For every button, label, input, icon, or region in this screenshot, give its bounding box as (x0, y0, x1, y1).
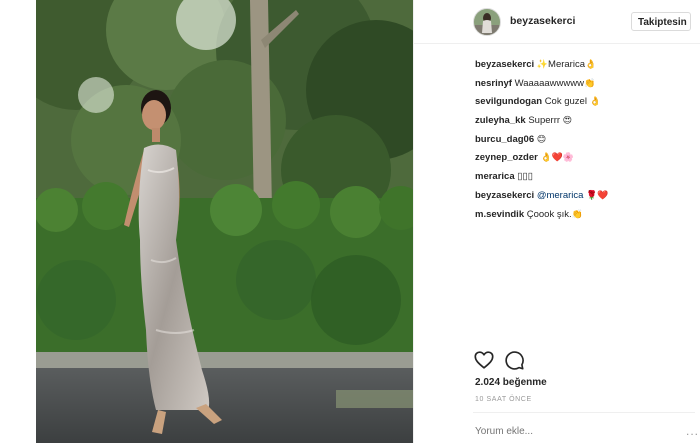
comment: beyzasekerci @merarica 🌹❤️ (475, 187, 695, 206)
comment-username[interactable]: sevilgundogan (475, 96, 542, 107)
comment-username[interactable]: zeynep_ozder (475, 152, 538, 163)
comment: zuleyha_kk Superrr 😍 (475, 112, 695, 131)
comment-text: Superrr (528, 115, 561, 127)
rose-heart-icon: 🌹❤️ (586, 190, 609, 201)
smiling-face-icon: 😊 (536, 134, 547, 145)
comment-username[interactable]: beyzasekerci (475, 190, 534, 201)
post-actions (473, 349, 553, 371)
comment-mention[interactable]: @merarica (537, 190, 584, 201)
comment: zeynep_ozder 👌❤️🌸 (475, 149, 695, 168)
post-photo[interactable] (36, 0, 413, 443)
sparkles-icon: ✨ (536, 60, 549, 70)
avatar-image (474, 9, 500, 35)
comment-username[interactable]: m.sevindik (475, 209, 524, 220)
post-photo-image (36, 0, 413, 443)
like-count[interactable]: 2.024 beğenme (475, 377, 547, 388)
heart-eyes-icon: 😍 (562, 116, 573, 127)
post-header: beyzasekerci Takiptesin (414, 0, 700, 44)
clapping-hands-icon: 👏 (583, 78, 596, 89)
comment-username[interactable]: burcu_dag06 (475, 134, 534, 145)
ok-hand-icon: 👌 (584, 60, 597, 70)
comment: burcu_dag06 😊 (475, 131, 695, 150)
comment-text: Çoook şık. (526, 208, 572, 220)
more-options-button[interactable]: ... (686, 424, 699, 438)
comment-bubble-icon (505, 351, 524, 370)
comment: m.sevindik Çoook şık.👏 (475, 206, 695, 225)
comment-username[interactable]: merarica (475, 171, 515, 182)
divider (473, 412, 695, 413)
comment: nesrinyf Waaaaawwwww👏 (475, 75, 695, 94)
comment-username[interactable]: nesrinyf (475, 78, 512, 89)
instagram-post: beyzasekerci Takiptesin beyzasekerci ✨Me… (0, 0, 700, 443)
comment-username[interactable]: zuleyha_kk (475, 115, 526, 126)
like-button[interactable] (473, 349, 495, 371)
comment-username[interactable]: beyzasekerci (475, 59, 534, 70)
clapping-hands-icon: 👏 (571, 209, 583, 220)
ok-hand-heart-flower-icon: 👌❤️🌸 (540, 153, 575, 164)
comment-text: Waaaaawwwww (514, 77, 584, 89)
comment-text: Cok guzel (544, 96, 587, 108)
post-author-username[interactable]: beyzasekerci (510, 15, 575, 27)
avatar[interactable] (473, 8, 501, 36)
comments-list: beyzasekerci ✨Merarica👌 nesrinyf Waaaaaw… (475, 56, 695, 224)
comment: beyzasekerci ✨Merarica👌 (475, 56, 695, 75)
post-timestamp: 10 SAAT ÖNCE (475, 396, 532, 403)
comment-button[interactable] (503, 349, 525, 371)
post-side-panel: beyzasekerci Takiptesin beyzasekerci ✨Me… (413, 0, 700, 443)
ok-hand-icon: 👌 (589, 97, 601, 108)
comment: sevilgundogan Cok guzel 👌 (475, 93, 695, 112)
following-button[interactable]: Takiptesin (631, 12, 691, 31)
comment-text: ▯▯▯ (517, 171, 533, 183)
comment: merarica ▯▯▯ (475, 168, 695, 187)
comment-text: Merarica (548, 59, 585, 70)
heart-icon (474, 351, 494, 369)
comment-input[interactable] (475, 426, 685, 437)
